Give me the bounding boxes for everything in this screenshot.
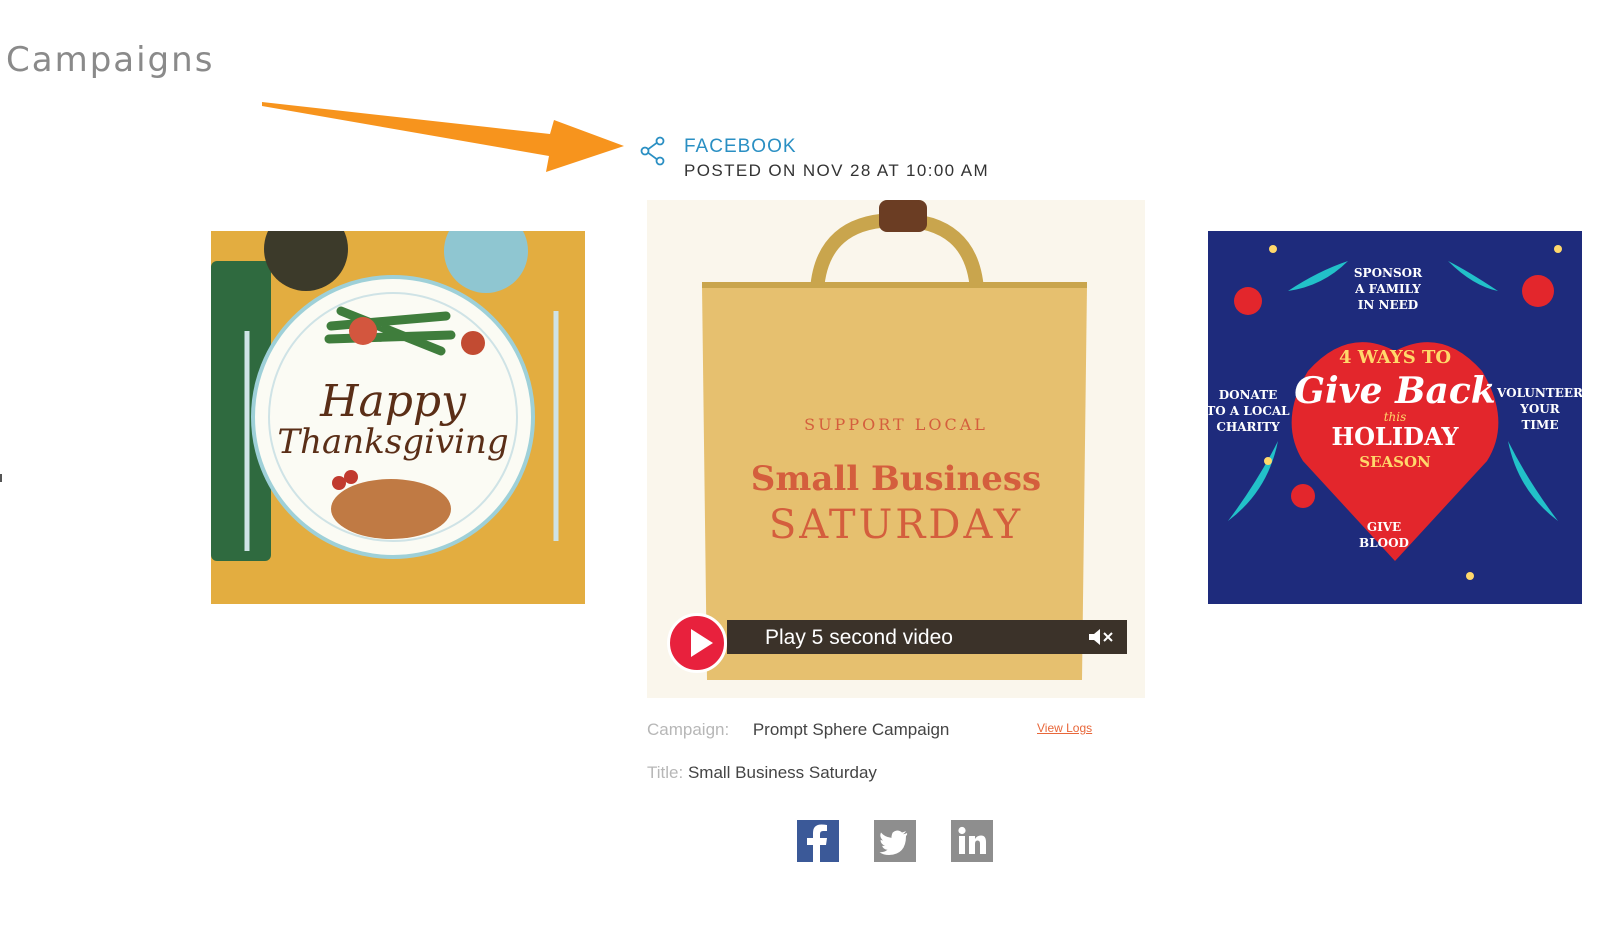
thanksgiving-line1: Happy [319,376,467,427]
donate-line1: DONATE [1219,388,1278,402]
linkedin-icon [958,826,986,854]
give-back-heading2: Give Back [1294,370,1495,412]
mute-icon[interactable] [1087,627,1115,647]
facebook-icon [807,824,827,862]
sponsor-line3: IN NEED [1358,298,1418,312]
twitter-share-button[interactable] [874,820,916,862]
view-logs-link[interactable]: View Logs [1037,721,1092,735]
campaign-row: Campaign: Prompt Sphere Campaign [647,720,949,740]
sponsor-line1: SPONSOR [1354,266,1423,280]
sponsor-line2: A FAMILY [1354,282,1421,296]
network-label[interactable]: FACEBOOK [684,136,797,158]
blood-line1: GIVE [1367,520,1401,534]
thanksgiving-card-image[interactable]: Happy Thanksgiving [211,231,585,604]
posted-on-label: POSTED ON NOV 28 AT 10:00 AM [684,161,990,180]
volunteer-line3: TIME [1522,418,1559,432]
bag-arc-text: SUPPORT LOCAL [804,415,988,434]
bag-line1: Small Business [751,459,1041,499]
twitter-icon [879,830,908,855]
give-back-heading5: SEASON [1359,453,1431,471]
video-bar: Play 5 second video [727,620,1127,654]
video-label: Play 5 second video [765,626,953,649]
campaign-key: Campaign: [647,720,730,739]
title-key: Title: [647,763,684,782]
title-row: Title: Small Business Saturday [647,763,877,783]
blood-line2: BLOOD [1359,536,1409,550]
post-media[interactable]: SUPPORT LOCAL Small Business SATURDAY Pl… [647,200,1145,698]
play-button[interactable] [667,613,727,673]
bag-line2: SATURDAY [769,502,1023,548]
video-player: Play 5 second video [667,613,1127,673]
facebook-share-button[interactable] [797,820,839,862]
annotation-arrow [262,102,624,172]
volunteer-line1: VOLUNTEER [1496,386,1582,400]
donate-line3: CHARITY [1216,420,1280,434]
linkedin-share-button[interactable] [951,820,993,862]
share-icon[interactable] [640,136,666,166]
donate-line2: TO A LOCAL [1208,404,1290,418]
campaign-value: Prompt Sphere Campaign [752,720,950,739]
give-back-heading1: 4 WAYS TO [1339,347,1451,368]
title-value: Small Business Saturday [687,763,877,782]
page-title: Campaigns [6,40,215,80]
give-back-card-image[interactable]: 4 WAYS TO Give Back this HOLIDAY SEASON … [1208,231,1582,604]
thanksgiving-line2: Thanksgiving [277,422,508,462]
edge-marker [0,474,2,482]
volunteer-line2: YOUR [1519,402,1560,416]
give-back-heading4: HOLIDAY [1331,422,1459,451]
